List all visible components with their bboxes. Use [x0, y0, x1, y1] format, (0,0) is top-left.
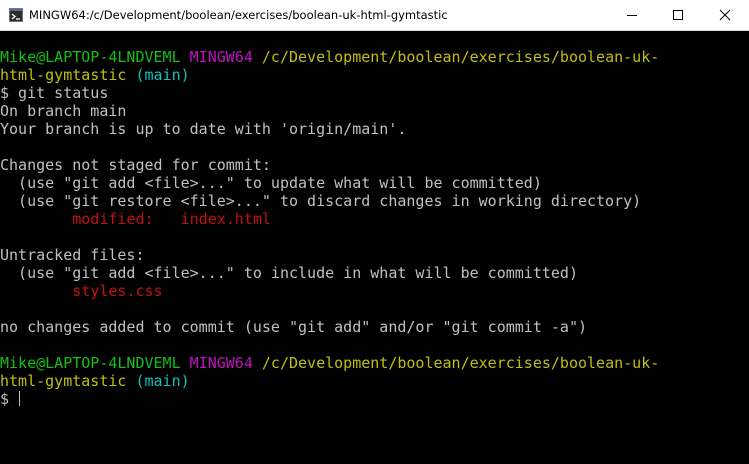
untracked-file: styles.css [0, 282, 163, 300]
prompt-msystem: MINGW64 [189, 48, 253, 66]
minimize-icon [627, 15, 637, 16]
maximize-button[interactable] [655, 0, 701, 30]
output-hint-restore: (use "git restore <file>..." to discard … [0, 192, 642, 210]
prompt-branch: (main) [135, 372, 190, 390]
terminal-output: Mike@LAPTOP-4LNDVEML MINGW64 /c/Developm… [0, 48, 659, 408]
prompt-line-continued: html-gymtastic (main) [0, 66, 659, 84]
prompt-branch: (main) [135, 66, 190, 84]
output-up-to-date: Your branch is up to date with 'origin/m… [0, 120, 407, 138]
mingw-terminal-icon[interactable] [9, 8, 23, 22]
modified-file: index.html [180, 210, 271, 228]
terminal-content[interactable]: Mike@LAPTOP-4LNDVEML MINGW64 /c/Developm… [0, 31, 749, 464]
input-line[interactable]: $ [0, 390, 659, 408]
prompt-path-continued: html-gymtastic [0, 66, 127, 84]
maximize-icon [673, 10, 683, 20]
text-cursor [19, 391, 21, 406]
terminal-window: MINGW64:/c/Development/boolean/exercises… [0, 0, 749, 464]
prompt-line-continued: html-gymtastic (main) [0, 372, 659, 390]
prompt-user-host: Mike@LAPTOP-4LNDVEML [0, 354, 181, 372]
prompt-path-continued: html-gymtastic [0, 372, 127, 390]
prompt-user-host: Mike@LAPTOP-4LNDVEML [0, 48, 181, 66]
output-changes-header: Changes not staged for commit: [0, 156, 271, 174]
close-button[interactable] [701, 0, 749, 30]
command-line: $ git status [0, 84, 109, 102]
current-prompt: $ [0, 390, 19, 408]
prompt-path: /c/Development/boolean/exercises/boolean… [261, 354, 660, 372]
prompt-path: /c/Development/boolean/exercises/boolean… [261, 48, 660, 66]
title-bar[interactable]: MINGW64:/c/Development/boolean/exercises… [0, 0, 749, 31]
prompt-line: Mike@LAPTOP-4LNDVEML MINGW64 /c/Developm… [0, 48, 659, 66]
output-hint-include: (use "git add <file>..." to include in w… [0, 264, 578, 282]
modified-label: modified: [0, 210, 181, 228]
prompt-msystem: MINGW64 [189, 354, 253, 372]
output-hint-add: (use "git add <file>..." to update what … [0, 174, 542, 192]
output-on-branch: On branch main [0, 102, 127, 120]
prompt-line: Mike@LAPTOP-4LNDVEML MINGW64 /c/Developm… [0, 354, 659, 372]
close-icon [719, 9, 731, 21]
output-untracked-header: Untracked files: [0, 246, 145, 264]
output-modified-line: modified: index.html [0, 210, 659, 228]
window-title: MINGW64:/c/Development/boolean/exercises… [29, 8, 448, 22]
minimize-button[interactable] [609, 0, 655, 30]
output-no-changes: no changes added to commit (use "git add… [0, 318, 587, 336]
